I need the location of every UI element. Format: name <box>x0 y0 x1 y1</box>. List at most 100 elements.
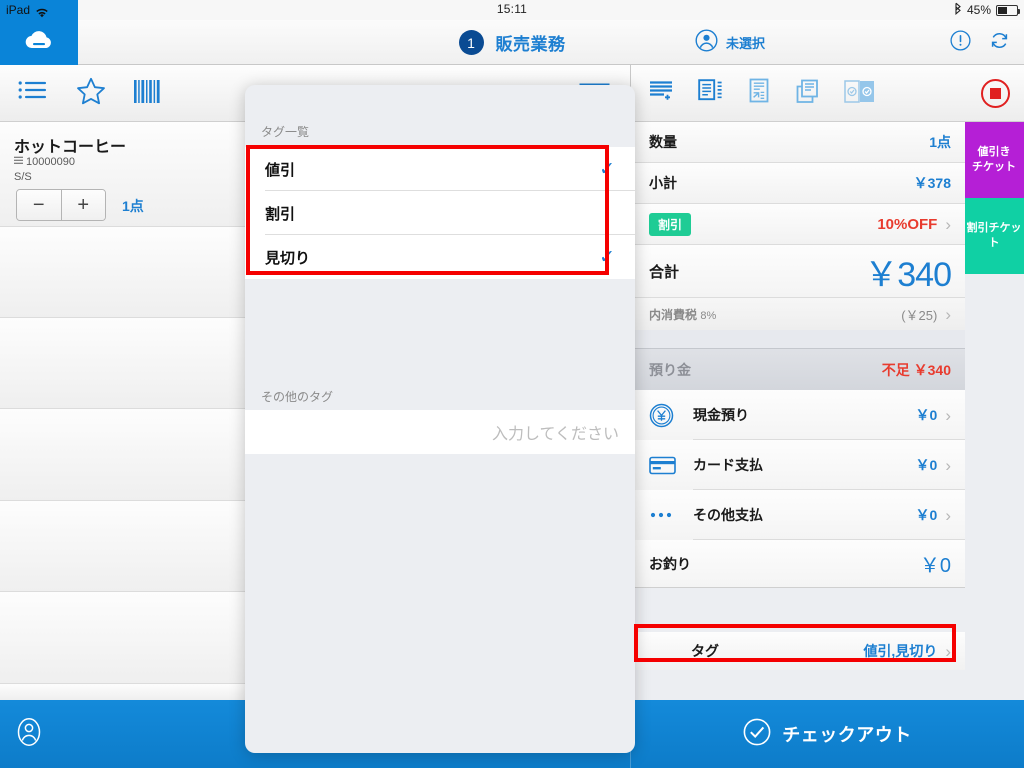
copy-icon[interactable] <box>795 79 821 109</box>
cart-item-name: ホットコーヒー <box>14 139 127 156</box>
customer-label: 未選択 <box>726 36 766 51</box>
check-circle-icon <box>743 718 771 751</box>
chevron-right-icon: › <box>945 455 951 475</box>
checkout-button[interactable]: チェックアウト <box>630 700 1024 768</box>
app-root: iPad 15:11 45% 1 販売業務 未選択 ホットコーヒー 100000… <box>0 0 1024 768</box>
tax-value: (￥25) <box>901 307 938 323</box>
menu-lines-icon <box>14 156 23 168</box>
tax-label-text: 内消費税 <box>649 307 698 322</box>
order-summary-panel: 値引き チケット 割引チケット 数量 1点 小計 ￥378 割引 10%OFF … <box>630 65 1024 700</box>
deposit-header: 預り金 不足 ￥340 <box>631 348 965 390</box>
app-header: 1 販売業務 未選択 <box>0 20 1024 65</box>
deposit-shortfall: 不足 ￥340 <box>881 361 951 378</box>
coupon-ticket-button[interactable]: 割引チケット <box>964 198 1024 274</box>
discount-row[interactable]: 割引 10%OFF › <box>631 204 965 245</box>
header-actions <box>950 20 1010 65</box>
payment-value: ￥0 <box>915 457 938 473</box>
chevron-right-icon: › <box>945 214 951 234</box>
checkout-label: チェックアウト <box>782 725 912 745</box>
cart-item-code-line: 10000090 <box>14 156 75 168</box>
refresh-icon[interactable] <box>989 30 1010 56</box>
cart-item-code: 10000090 <box>26 156 75 168</box>
other-tag-input[interactable]: 入力してください <box>245 410 635 454</box>
deposit-label: 預り金 <box>649 361 691 378</box>
status-bar-clock: 15:11 <box>496 2 528 16</box>
payment-row-cash[interactable]: 現金預り ￥0 › <box>631 390 965 440</box>
total-row: 合計 ￥340 <box>631 245 965 298</box>
payment-row-other[interactable]: その他支払 ￥0 › <box>631 490 965 540</box>
discount-ticket-line2: チケット <box>972 161 1016 173</box>
change-row: お釣り ￥0 <box>631 540 965 588</box>
tag-option-waribiki[interactable]: 割引 <box>245 191 635 235</box>
orders-list-icon[interactable] <box>698 78 724 109</box>
order-toolbar-icons <box>649 65 876 122</box>
status-bar-right: 45% <box>954 2 1020 18</box>
order-count-badge[interactable]: 1 <box>458 30 484 55</box>
summary-value: 1点 <box>929 134 951 150</box>
chevron-right-icon: › <box>945 641 951 661</box>
tag-option-label: 値引 <box>265 161 296 179</box>
order-summary: 数量 1点 小計 ￥378 割引 10%OFF › 合計 ￥340 内消費税 8… <box>631 122 965 588</box>
change-value: ￥0 <box>919 555 951 577</box>
tag-option-label: 割引 <box>265 205 296 223</box>
battery-icon <box>996 4 1020 16</box>
tag-label: タグ <box>691 643 719 659</box>
battery-percent-label: 45% <box>966 3 991 17</box>
yen-coin-icon <box>649 403 683 428</box>
bluetooth-icon <box>954 2 962 18</box>
quantity-stepper[interactable]: − + <box>16 189 106 221</box>
discount-chip: 割引 <box>649 212 692 236</box>
exclamation-circle-icon[interactable] <box>950 29 971 56</box>
new-order-icon[interactable] <box>649 79 675 108</box>
summary-label: 数量 <box>649 134 677 150</box>
coupon-ticket-label: 割引チケット <box>966 222 1022 249</box>
total-label: 合計 <box>649 263 680 281</box>
select-toggle-icon[interactable] <box>844 79 876 109</box>
discount-ticket-button[interactable]: 値引き チケット <box>964 122 1024 198</box>
star-icon[interactable] <box>76 77 106 111</box>
payment-label: 現金預り <box>693 407 749 423</box>
receipt-icon[interactable] <box>747 78 772 109</box>
tag-selection-modal: タグ一覧 値引 ✓ 割引 見切り ✓ その他のタグ 入力してください <box>245 85 635 753</box>
tax-rate: 8% <box>700 309 717 322</box>
discount-value: 10%OFF <box>877 215 938 233</box>
chevron-right-icon: › <box>945 505 951 525</box>
payment-row-card[interactable]: カード支払 ￥0 › <box>631 440 965 490</box>
summary-gap <box>631 330 965 348</box>
person-circle-icon <box>695 28 718 57</box>
chevron-right-icon: › <box>945 405 951 425</box>
quantity-increment-button[interactable]: + <box>61 190 105 220</box>
page-title: 販売業務 <box>495 35 566 54</box>
payment-label: カード支払 <box>693 457 763 473</box>
summary-label: 小計 <box>649 175 677 191</box>
tax-row[interactable]: 内消費税 8% (￥25) › <box>631 298 965 330</box>
cart-item-variant: S/S <box>14 171 32 183</box>
tag-row[interactable]: タグ 値引,見切り › <box>631 632 965 670</box>
check-icon: ✓ <box>599 158 615 180</box>
tag-list-section-label: タグ一覧 <box>261 125 310 139</box>
barcode-icon[interactable] <box>134 79 163 109</box>
customer-selector[interactable]: 未選択 <box>695 20 765 65</box>
person-outline-icon <box>14 717 44 752</box>
check-icon: ✓ <box>599 246 615 268</box>
tax-label: 内消費税 8% <box>649 306 716 323</box>
payment-value: ￥0 <box>915 507 938 523</box>
tag-row-wrapper: タグ 値引,見切り › <box>631 632 965 670</box>
change-label: お釣り <box>649 555 691 572</box>
quantity-decrement-button[interactable]: − <box>17 190 62 220</box>
credit-card-icon <box>649 456 683 475</box>
payment-label: その他支払 <box>693 507 763 523</box>
ellipsis-icon <box>649 511 683 519</box>
list-icon[interactable] <box>18 79 48 108</box>
cart-item-quantity: 1点 <box>122 198 144 214</box>
ios-status-bar: iPad 15:11 45% <box>0 0 1024 20</box>
tag-option-mikiri[interactable]: 見切り ✓ <box>245 235 635 279</box>
tag-option-list: 値引 ✓ 割引 見切り ✓ <box>245 147 635 279</box>
payment-value: ￥0 <box>915 407 938 423</box>
stop-record-button[interactable] <box>981 79 1010 108</box>
summary-row-quantity: 数量 1点 <box>631 122 965 163</box>
discount-ticket-line1: 値引き <box>977 146 1011 159</box>
cart-toolbar-left-icons <box>18 65 163 122</box>
tag-option-label: 見切り <box>265 249 311 267</box>
tag-option-nebiki[interactable]: 値引 ✓ <box>245 147 635 191</box>
